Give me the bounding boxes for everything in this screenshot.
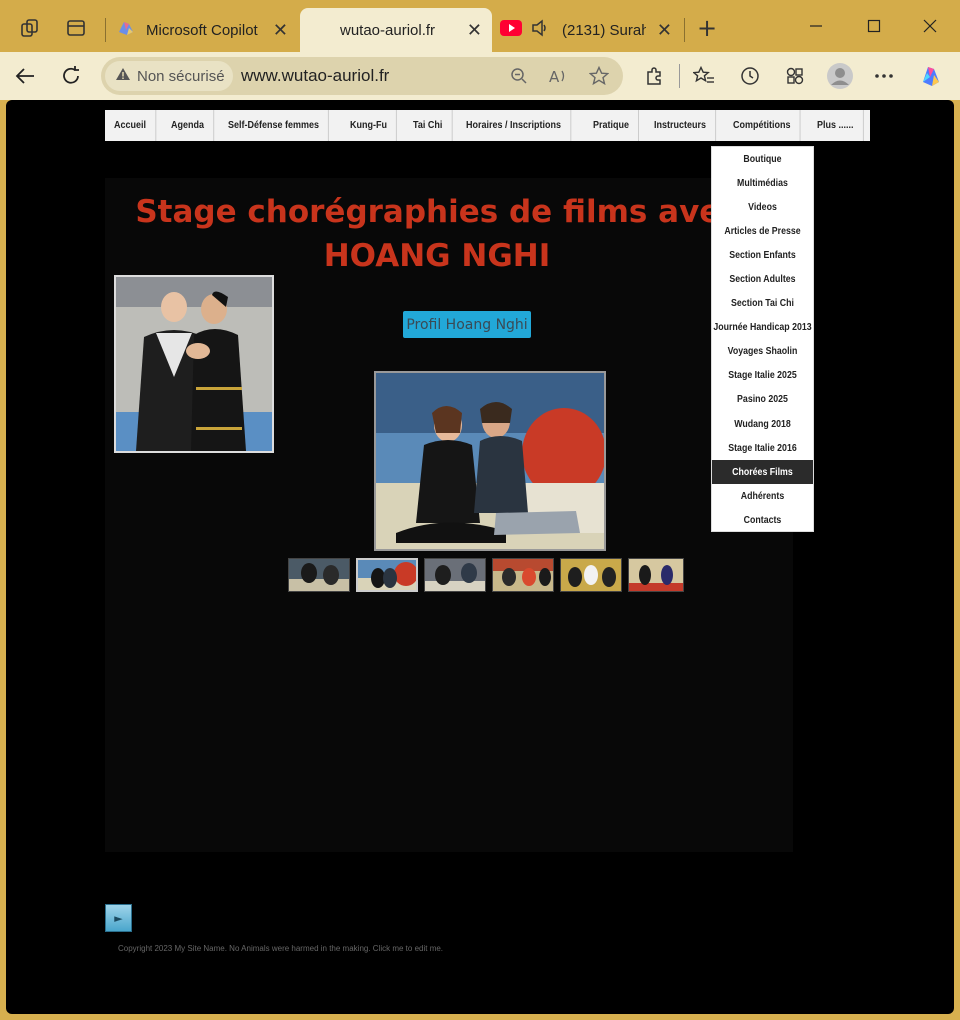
back-icon[interactable] <box>12 64 38 88</box>
dropdown-item-stage-italie-2025[interactable]: Stage Italie 2025 <box>718 364 807 388</box>
page-title-line2: HOANG NGHI <box>323 238 551 274</box>
dropdown-item-pasino-2025[interactable]: Pasino 2025 <box>718 388 807 412</box>
maximize-icon[interactable] <box>862 14 886 38</box>
thumbnail[interactable] <box>288 558 350 592</box>
dropdown-item-articles-presse[interactable]: Articles de Presse <box>718 219 807 243</box>
youtube-icon <box>500 20 522 40</box>
nav-item-self-defense[interactable]: Self-Défense femmes <box>219 110 330 141</box>
nav-item-kung-fu[interactable]: Kung-Fu <box>341 110 398 141</box>
thumbnail-selected[interactable] <box>356 558 418 592</box>
workspaces-icon[interactable] <box>18 16 42 40</box>
content-area: Stage chorégraphies de films avec HOANG … <box>105 178 793 852</box>
tab-title: (2131) Surah <box>562 21 646 39</box>
security-label: Non sécurisé <box>137 67 225 85</box>
page-title-line1: Stage chorégraphies de films avec <box>135 194 739 230</box>
profile-hoang-nghi-button[interactable]: Profil Hoang Nghi <box>403 311 531 338</box>
dropdown-item-multimedias[interactable]: Multimédias <box>718 171 807 195</box>
omnibox[interactable]: Non sécurisé www.wutao-auriol.fr A <box>101 57 623 95</box>
nav-item-accueil[interactable]: Accueil <box>105 110 156 141</box>
refresh-icon[interactable] <box>58 64 84 88</box>
main-photo[interactable] <box>374 371 606 551</box>
nav-list: Accueil Agenda Self-Défense femmes Kung-… <box>105 110 870 141</box>
close-tab-icon[interactable]: ✕ <box>467 20 482 41</box>
favorites-icon[interactable] <box>692 64 716 88</box>
nav-item-competitions[interactable]: Compétitions <box>724 110 800 141</box>
tab-youtube[interactable]: (2131) Surah ✕ <box>496 8 682 52</box>
tab-title: Microsoft Copilot <box>146 21 258 39</box>
tab-separator <box>684 18 685 42</box>
dropdown-item-section-tai-chi[interactable]: Section Tai Chi <box>718 292 807 316</box>
thumbnail[interactable] <box>628 558 684 592</box>
warning-icon <box>115 67 131 85</box>
copilot-icon <box>116 18 136 42</box>
new-tab-icon[interactable]: + <box>694 14 720 42</box>
zoom-icon[interactable] <box>507 65 531 87</box>
browser-essentials-icon[interactable] <box>783 64 807 88</box>
close-window-icon[interactable] <box>918 14 942 38</box>
profile-photo[interactable] <box>114 275 274 453</box>
thumbnail[interactable] <box>492 558 554 592</box>
page-title: Stage chorégraphies de films avec HOANG … <box>135 190 739 278</box>
site-nav: Accueil Agenda Self-Défense femmes Kung-… <box>105 110 870 141</box>
toolbar-separator <box>679 64 680 88</box>
dropdown-item-section-enfants[interactable]: Section Enfants <box>718 243 807 267</box>
thumbnail[interactable] <box>560 558 622 592</box>
security-indicator[interactable]: Non sécurisé <box>105 61 233 91</box>
tab-title: wutao-auriol.fr <box>340 21 436 39</box>
tab-wutao[interactable]: wutao-auriol.fr ✕ <box>300 8 492 52</box>
dropdown-item-stage-italie-2016[interactable]: Stage Italie 2016 <box>718 436 807 460</box>
profile-avatar-icon[interactable] <box>826 62 854 90</box>
tab-copilot[interactable]: Microsoft Copilot ✕ <box>112 8 298 52</box>
play-button[interactable]: ► <box>105 904 132 932</box>
tab-bar: Microsoft Copilot ✕ wutao-auriol.fr ✕ (2… <box>0 0 960 52</box>
favorite-star-icon[interactable] <box>587 65 611 87</box>
read-aloud-icon[interactable]: A <box>547 65 571 87</box>
svg-text:A: A <box>549 68 560 85</box>
nav-item-pratique[interactable]: Pratique <box>584 110 639 141</box>
close-tab-icon[interactable]: ✕ <box>273 20 288 41</box>
thumbnail-strip <box>288 558 684 592</box>
nav-item-instructeurs[interactable]: Instructeurs <box>645 110 716 141</box>
extensions-icon[interactable] <box>642 64 666 88</box>
dropdown-item-section-adultes[interactable]: Section Adultes <box>718 267 807 291</box>
history-icon[interactable] <box>738 64 762 88</box>
tab-separator <box>105 18 106 42</box>
minimize-icon[interactable] <box>804 14 828 38</box>
close-tab-icon[interactable]: ✕ <box>657 20 672 41</box>
speaker-icon[interactable] <box>530 18 550 42</box>
page-viewport: Stage chorégraphies de films avec HOANG … <box>6 100 954 1014</box>
dropdown-item-journee-handicap[interactable]: Journée Handicap 2013 <box>713 316 811 340</box>
dropdown-item-videos[interactable]: Videos <box>718 195 807 219</box>
dropdown-item-contacts[interactable]: Contacts <box>718 508 807 532</box>
nav-item-agenda[interactable]: Agenda <box>162 110 214 141</box>
tab-actions-icon[interactable] <box>64 16 88 40</box>
nav-item-horaires[interactable]: Horaires / Inscriptions <box>457 110 572 141</box>
thumbnail[interactable] <box>424 558 486 592</box>
dropdown-item-boutique[interactable]: Boutique <box>718 147 807 171</box>
copilot-sidebar-icon[interactable] <box>916 62 946 90</box>
dropdown-item-wudang-2018[interactable]: Wudang 2018 <box>718 412 807 436</box>
dropdown-item-chorees-films[interactable]: Chorées Films <box>712 460 813 485</box>
plus-dropdown-menu: Boutique Multimédias Videos Articles de … <box>711 146 814 532</box>
dropdown-item-voyages-shaolin[interactable]: Voyages Shaolin <box>718 340 807 364</box>
copyright-text[interactable]: Copyright 2023 My Site Name. No Animals … <box>118 944 443 953</box>
nav-item-plus[interactable]: Plus ...... <box>808 110 864 141</box>
address-bar: Non sécurisé www.wutao-auriol.fr A <box>0 52 960 100</box>
url-text[interactable]: www.wutao-auriol.fr <box>241 66 389 86</box>
dropdown-item-adherents[interactable]: Adhérents <box>718 484 807 508</box>
nav-item-tai-chi[interactable]: Tai Chi <box>404 110 452 141</box>
more-options-icon[interactable] <box>872 64 896 88</box>
dropdown-item-label: Chorées Films <box>732 466 793 478</box>
